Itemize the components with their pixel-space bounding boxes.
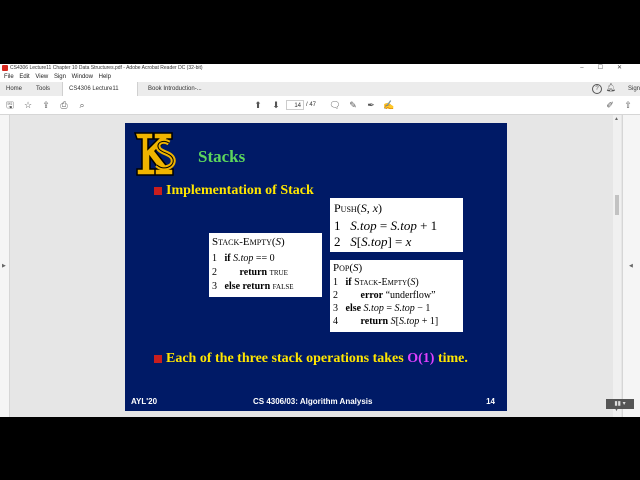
- line-number: 1: [334, 218, 341, 233]
- right-panel-toggle[interactable]: ◀: [622, 115, 640, 417]
- scroll-up-icon[interactable]: ▲: [614, 116, 619, 122]
- previous-page-icon[interactable]: ⬆: [252, 99, 264, 111]
- edit-pdf-icon[interactable]: ✐: [604, 99, 616, 111]
- stack-empty-line-2: 2 return true: [212, 267, 288, 278]
- bookmark-star-icon[interactable]: ☆: [22, 99, 34, 111]
- stack-empty-line-1: 1 if S.top == 0: [212, 253, 275, 264]
- fill-sign-icon[interactable]: ✍: [383, 99, 395, 111]
- sign-in-link[interactable]: Sign: [628, 82, 640, 96]
- pop-line-4: 4 return S[S.top + 1]: [333, 316, 439, 327]
- bullet-marker: [154, 355, 162, 363]
- scrollbar-thumb[interactable]: [615, 195, 619, 215]
- push-line-2: 2 S[S.top] = x: [334, 234, 412, 249]
- big-o-notation: O(1): [407, 351, 435, 366]
- bullet-marker: [154, 187, 162, 195]
- slide-footer-author: AYL'20: [131, 397, 158, 406]
- slide-footer-course: CS 4306/03: Algorithm Analysis: [253, 397, 373, 406]
- slide-footer-page: 14: [486, 397, 495, 406]
- save-icon[interactable]: 🖫︎: [4, 99, 16, 111]
- slide-title: Stacks: [198, 147, 246, 166]
- stack-empty-header: Stack-Empty(S): [212, 236, 285, 248]
- close-window-button[interactable]: ✕: [617, 65, 636, 71]
- toolbar: 🖫︎ ☆ ⇪ ⎙ ⌕ ⬆ ⬇ 14 / 47 🗨︎ ✎ ✒ ✍ ✐ ⇧: [0, 96, 640, 115]
- line-number: 3: [212, 281, 217, 292]
- pop-pseudocode-box: Pop(S) 1 if Stack-Empty(S) 2 error “unde…: [330, 260, 463, 332]
- line-number: 3: [333, 303, 338, 314]
- stack-empty-line-3: 3 else return false: [212, 281, 294, 292]
- menu-sign[interactable]: Sign: [54, 73, 66, 82]
- menu-bar: File Edit View Sign Window Help: [0, 73, 640, 82]
- search-icon[interactable]: ⌕: [76, 99, 88, 111]
- line-number: 1: [212, 253, 217, 264]
- tab-document-book[interactable]: Book Introduction-...: [142, 82, 208, 96]
- acrobat-app-icon: [2, 65, 8, 71]
- expand-right-panel-icon[interactable]: ◀: [629, 263, 633, 269]
- highlight-pen-icon[interactable]: ✎: [347, 99, 359, 111]
- pop-header: Pop(S): [333, 262, 363, 274]
- page-navigation-overlay[interactable]: ▮▮ ▾: [606, 399, 634, 409]
- line-number: 4: [333, 316, 338, 327]
- notification-bell-icon[interactable]: 🔔︎: [606, 83, 616, 92]
- menu-window[interactable]: Window: [72, 73, 93, 82]
- page-number-input[interactable]: 14: [286, 100, 304, 110]
- next-page-icon[interactable]: ⬇: [270, 99, 282, 111]
- window-controls[interactable]: –☐✕: [580, 64, 636, 73]
- push-line-1: 1 S.top = S.top + 1: [334, 218, 438, 233]
- menu-edit[interactable]: Edit: [19, 73, 29, 82]
- tab-home[interactable]: Home: [0, 82, 28, 96]
- upload-cloud-icon[interactable]: ⇪: [40, 99, 52, 111]
- help-icon[interactable]: ?: [592, 84, 602, 94]
- share-icon[interactable]: ⇧: [622, 99, 634, 111]
- tab-bar: Home Tools CS4306 Lecture11 ...× Book In…: [0, 82, 640, 106]
- comment-icon[interactable]: 🗨︎: [329, 99, 341, 111]
- line-number: 2: [212, 267, 217, 278]
- screen-bottom-letterbox: [0, 417, 640, 480]
- bullet-constant-time-pre: Each of the three stack operations takes: [166, 351, 408, 366]
- menu-view[interactable]: View: [35, 73, 48, 82]
- line-number: 2: [333, 290, 338, 301]
- vertical-scrollbar[interactable]: ▲ ▼: [613, 115, 621, 417]
- page-total: / 47: [306, 102, 317, 108]
- pop-line-1: 1 if Stack-Empty(S): [333, 277, 419, 288]
- maximize-button[interactable]: ☐: [598, 65, 617, 71]
- pdf-page-slide: Stacks Implementation of Stack Push(S, x…: [125, 123, 507, 411]
- menu-file[interactable]: File: [4, 73, 14, 82]
- sign-pen-icon[interactable]: ✒: [365, 99, 377, 111]
- ksu-logo: [131, 127, 187, 183]
- stack-empty-pseudocode-box: Stack-Empty(S) 1 if S.top == 0 2 return …: [209, 233, 322, 297]
- expand-left-panel-icon[interactable]: ▶: [2, 263, 6, 269]
- tab-document-lecture[interactable]: CS4306 Lecture11 ...×: [62, 82, 138, 106]
- push-pseudocode-box: Push(S, x) 1 S.top = S.top + 1 2 S[S.top…: [330, 198, 463, 252]
- tab-tools[interactable]: Tools: [30, 82, 56, 96]
- window-title: CS4306 Lecture11 Chapter 10 Data Structu…: [10, 65, 203, 71]
- bullet-constant-time: Each of the three stack operations takes…: [166, 351, 468, 367]
- print-icon[interactable]: ⎙: [58, 99, 70, 111]
- left-panel-toggle[interactable]: ▶: [0, 115, 10, 417]
- pop-line-2: 2 error “underflow”: [333, 290, 436, 301]
- menu-help[interactable]: Help: [99, 73, 111, 82]
- pop-line-3: 3 else S.top = S.top − 1: [333, 303, 431, 314]
- window-titlebar: CS4306 Lecture11 Chapter 10 Data Structu…: [0, 64, 640, 73]
- bullet-implementation: Implementation of Stack: [166, 183, 314, 198]
- push-header: Push(S, x): [334, 201, 383, 215]
- line-number: 1: [333, 277, 338, 288]
- minimize-button[interactable]: –: [580, 65, 597, 71]
- line-number: 2: [334, 234, 341, 249]
- bullet-constant-time-post: time.: [434, 351, 468, 366]
